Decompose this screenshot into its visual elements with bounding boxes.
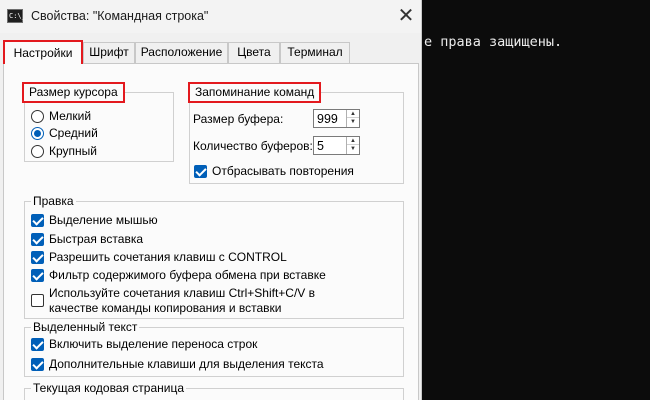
properties-dialog: C:\_ Свойства: "Командная строка" ✕ Наст…	[0, 0, 422, 400]
tab-font[interactable]: Шрифт	[83, 42, 135, 63]
buffer-size-label: Размер буфера:	[193, 112, 284, 126]
stepper-buttons: ▲ ▼	[346, 137, 359, 154]
title-bar[interactable]: C:\_ Свойства: "Командная строка" ✕	[0, 0, 421, 33]
radio-label: Средний	[49, 126, 98, 140]
buffer-size-value[interactable]: 999	[317, 111, 338, 127]
text-selection-group-label: Выделенный текст	[31, 320, 140, 334]
stepper-buttons: ▲ ▼	[346, 110, 359, 127]
tab-colors[interactable]: Цвета	[228, 42, 280, 63]
checkbox-label: Быстрая вставка	[49, 232, 144, 246]
spin-down-icon[interactable]: ▼	[347, 145, 359, 153]
radio-label: Крупный	[49, 144, 97, 158]
console-app-icon: C:\_	[7, 9, 26, 23]
checkbox-label: Разрешить сочетания клавиш с CONTROL	[49, 250, 287, 264]
checkbox-label: Фильтр содержимого буфера обмена при вст…	[49, 268, 326, 282]
buffer-size-stepper[interactable]: 999 ▲ ▼	[313, 109, 360, 128]
checkbox-label: Дополнительные клавиши для выделения тек…	[49, 357, 324, 371]
radio-label: Мелкий	[49, 109, 92, 123]
buffer-count-value[interactable]: 5	[317, 138, 324, 154]
console-app-icon-text: C:\_	[9, 12, 26, 20]
buffer-count-stepper[interactable]: 5 ▲ ▼	[313, 136, 360, 155]
checkbox-label: Выделение мышью	[49, 213, 158, 227]
checkbox[interactable]	[31, 233, 44, 246]
tab-settings[interactable]: Настройки	[3, 40, 83, 64]
radio-button[interactable]	[31, 127, 44, 140]
tab-strip: Настройки Шрифт Расположение Цвета Терми…	[0, 40, 421, 64]
close-icon[interactable]: ✕	[393, 3, 419, 29]
dialog-title: Свойства: "Командная строка"	[31, 9, 209, 23]
radio-button[interactable]	[31, 145, 44, 158]
checkbox[interactable]	[31, 269, 44, 282]
command-history-group-label: Запоминание команд	[188, 82, 322, 103]
radio-button[interactable]	[31, 110, 44, 123]
edit-options-group-label: Правка	[31, 194, 76, 208]
checkbox-label: Включить выделение переноса строк	[49, 337, 258, 351]
tab-terminal[interactable]: Терминал	[280, 42, 350, 63]
buffer-count-label: Количество буферов:	[193, 139, 313, 153]
checkbox-label: Используйте сочетания клавиш Ctrl+Shift+…	[49, 286, 315, 300]
settings-panel: Размер курсора Мелкий Средний Крупный За…	[3, 63, 419, 400]
checkbox[interactable]	[31, 358, 44, 371]
checkbox[interactable]	[31, 294, 44, 307]
checkbox[interactable]	[31, 251, 44, 264]
spin-up-icon[interactable]: ▲	[347, 110, 359, 118]
spin-down-icon[interactable]: ▼	[347, 118, 359, 126]
console-output-text: е права защищены.	[424, 34, 563, 50]
tab-layout[interactable]: Расположение	[135, 42, 228, 63]
checkbox-label: Отбрасывать повторения	[212, 164, 354, 178]
code-page-group-label: Текущая кодовая страница	[31, 381, 187, 395]
checkbox[interactable]	[31, 338, 44, 351]
checkbox[interactable]	[31, 214, 44, 227]
cursor-size-group-label: Размер курсора	[22, 82, 125, 103]
spin-up-icon[interactable]: ▲	[347, 137, 359, 145]
checkbox-label-line2: качестве команды копирования и вставки	[49, 301, 282, 315]
checkbox[interactable]	[194, 165, 207, 178]
